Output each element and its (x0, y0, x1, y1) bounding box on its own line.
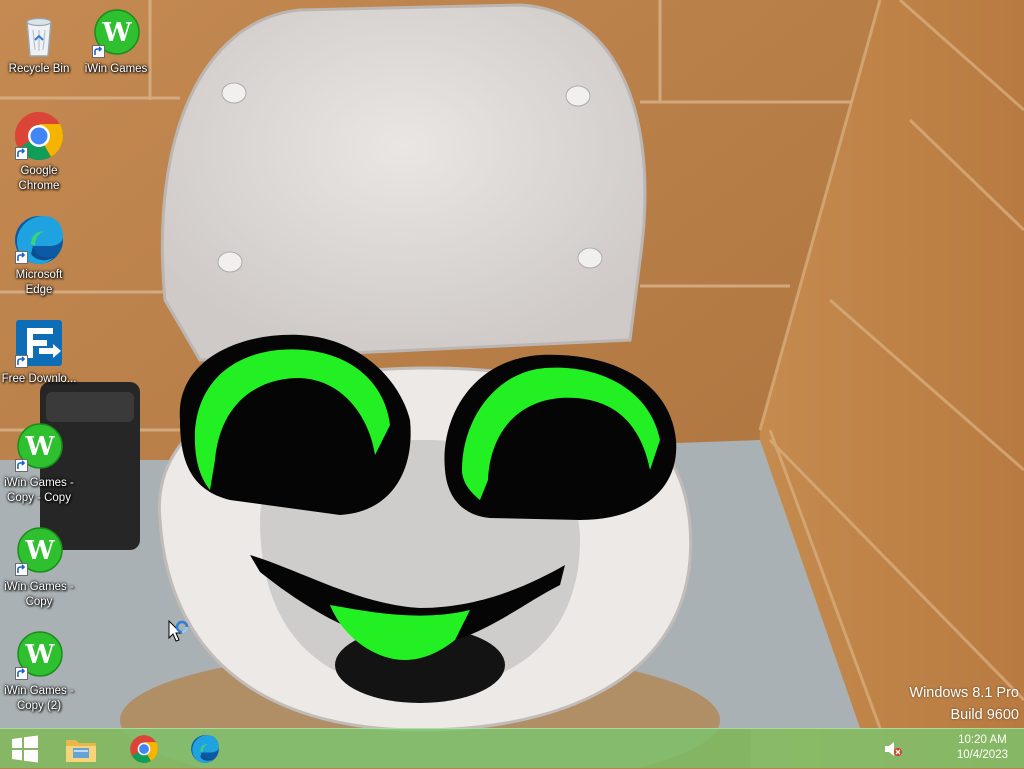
folder-icon (66, 740, 96, 762)
busy-cursor-icon (168, 620, 189, 642)
iwin-icon: W (90, 8, 142, 60)
watermark-build: Build 9600 (950, 707, 1019, 723)
desktop-icon-label: Microsoft Edge (15, 269, 63, 296)
desktop-icon-iwin-copy[interactable]: W iWin Games - Copy (1, 526, 77, 610)
desktop-icon-label: iWin Games (84, 63, 148, 75)
taskbar: 10:20 AM 10/4/2023 (0, 728, 1024, 768)
free-download-manager-icon (13, 318, 65, 370)
edge-icon (191, 735, 219, 763)
svg-text:W: W (24, 536, 55, 566)
recycle-bin-icon (13, 8, 65, 60)
shortcut-arrow-icon (15, 667, 28, 680)
start-button[interactable] (0, 729, 50, 769)
shortcut-arrow-icon (15, 563, 28, 576)
svg-text:W: W (24, 640, 55, 670)
svg-text:W: W (24, 432, 55, 462)
volume-muted-icon[interactable] (884, 740, 904, 758)
taskbar-google-chrome[interactable] (113, 729, 175, 769)
desktop-icon-label: iWin Games - Copy - Copy (4, 477, 74, 504)
desktop-icon-iwin-copy-2[interactable]: W iWin Games - Copy (2) (1, 630, 77, 714)
desktop-icon-google-chrome[interactable]: Google Chrome (1, 110, 77, 194)
desktop-icon-free-download[interactable]: Free Downlo... (1, 318, 77, 387)
taskbar-microsoft-edge[interactable] (174, 729, 236, 769)
shortcut-arrow-icon (15, 355, 28, 368)
shortcut-arrow-icon (15, 251, 28, 264)
desktop-icon-label: Free Downlo... (1, 373, 77, 385)
shortcut-arrow-icon (15, 459, 28, 472)
watermark-edition: Windows 8.1 Pro (909, 685, 1019, 701)
desktop-icon-iwin-copy-copy[interactable]: W iWin Games - Copy - Copy (1, 422, 77, 506)
taskbar-clock[interactable]: 10:20 AM 10/4/2023 (957, 733, 1008, 763)
iwin-icon: W (13, 526, 65, 578)
desktop-icon-label: Recycle Bin (8, 63, 70, 75)
chrome-icon (130, 735, 158, 763)
windows-version-watermark: Windows 8.1 Pro Build 9600 (909, 682, 1019, 726)
windows-logo-icon (12, 735, 38, 763)
clock-time: 10:20 AM (958, 734, 1007, 746)
taskbar-file-explorer[interactable] (50, 729, 112, 769)
desktop-icon-iwin-games[interactable]: W iWin Games (78, 8, 154, 77)
desktop-icon-recycle-bin[interactable]: Recycle Bin (1, 8, 77, 77)
desktop-icon-label: iWin Games - Copy (2) (4, 685, 74, 712)
shortcut-arrow-icon (92, 45, 105, 58)
desktop-icon-microsoft-edge[interactable]: Microsoft Edge (1, 214, 77, 298)
svg-text:W: W (101, 18, 132, 48)
desktop-wallpaper (0, 0, 1024, 768)
edge-icon (13, 214, 65, 266)
chrome-icon (13, 110, 65, 162)
desktop-icon-label: iWin Games - Copy (4, 581, 74, 608)
desktop-icon-label: Google Chrome (18, 165, 60, 192)
clock-date: 10/4/2023 (956, 749, 1008, 761)
shortcut-arrow-icon (15, 147, 28, 160)
iwin-icon: W (13, 422, 65, 474)
iwin-icon: W (13, 630, 65, 682)
